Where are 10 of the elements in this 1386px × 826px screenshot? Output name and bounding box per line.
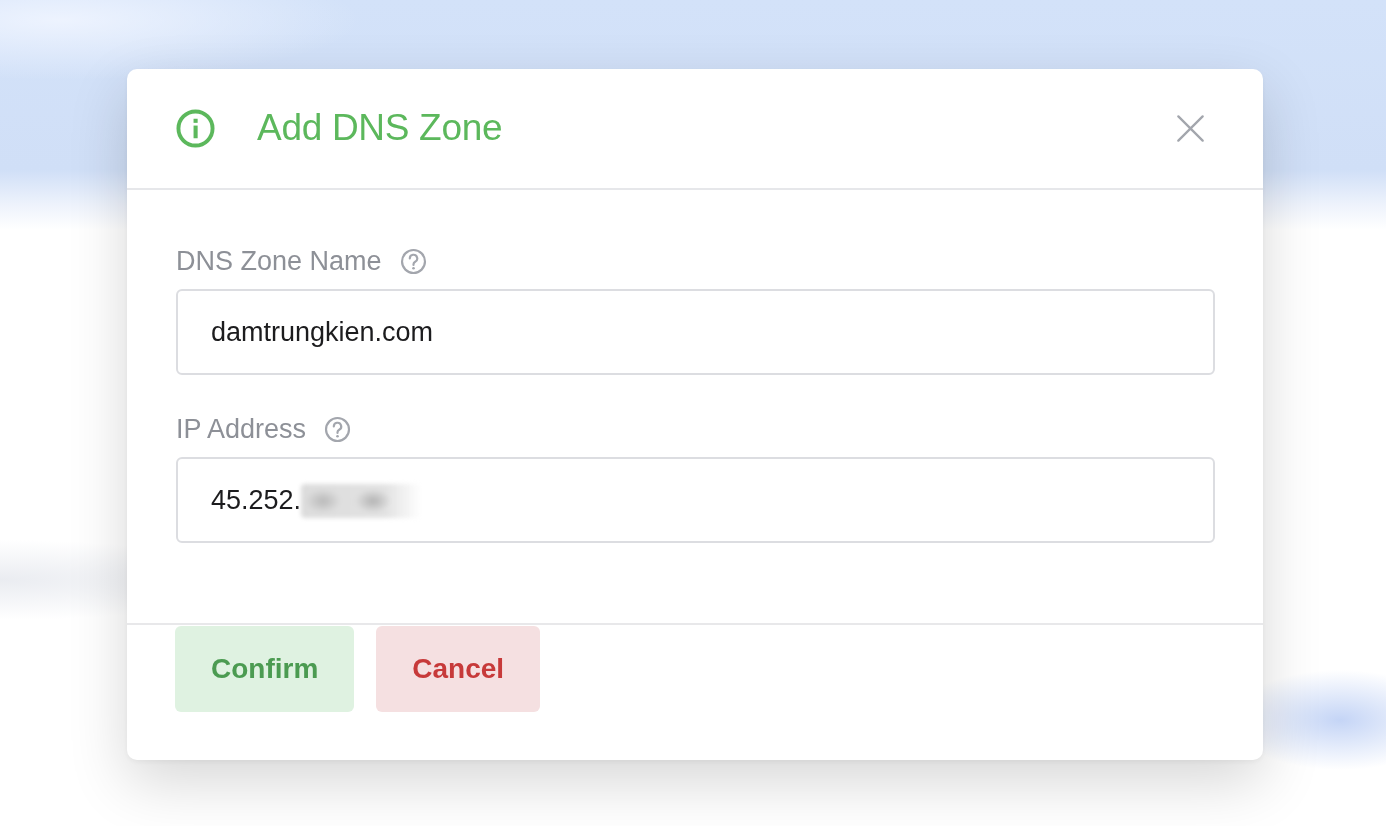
help-icon[interactable] <box>399 247 427 275</box>
help-icon[interactable] <box>324 415 352 443</box>
text-input-field[interactable]: damtrungkien.com <box>176 289 1215 375</box>
info-icon <box>176 109 215 148</box>
field-label: DNS Zone Name <box>176 245 382 277</box>
dialog-title: Add DNS Zone <box>257 106 503 151</box>
close-button[interactable] <box>1177 115 1204 142</box>
field-label: IP Address <box>176 413 307 445</box>
text-input-field[interactable]: 45.252. <box>176 457 1215 543</box>
cancel-button[interactable]: Cancel <box>376 626 541 712</box>
